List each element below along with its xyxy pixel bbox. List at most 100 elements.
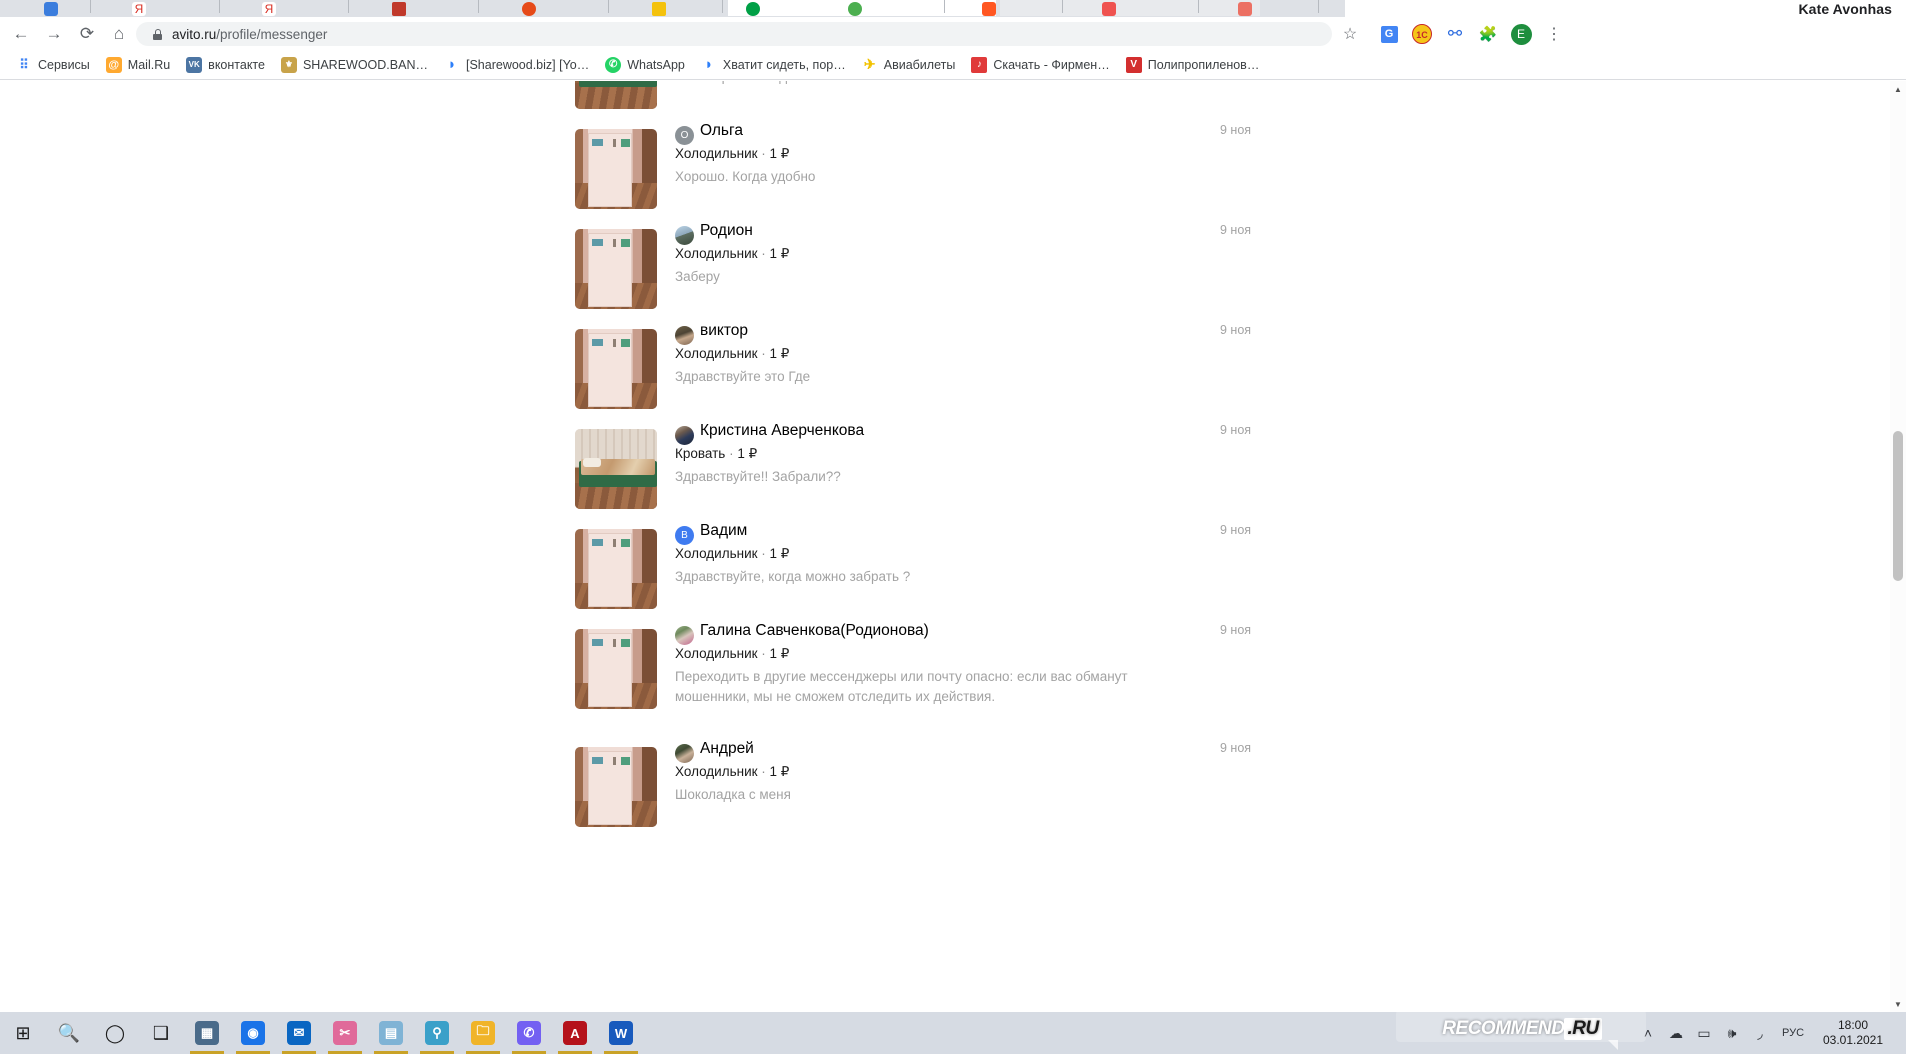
tab-favicon[interactable] <box>848 2 862 16</box>
active-tab[interactable] <box>728 0 996 16</box>
tab-separator <box>478 0 479 13</box>
bookmark-item[interactable]: ◗ Хватит сидеть, пор… <box>693 54 854 76</box>
bookmark-item[interactable]: @ Mail.Ru <box>98 54 178 76</box>
scrollbar-thumb[interactable] <box>1893 431 1903 581</box>
scroll-down-arrow[interactable]: ▼ <box>1890 996 1906 1012</box>
chat-listing-title: Кровать · 1 ₽ <box>675 446 757 462</box>
bookmark-item[interactable]: ⚜ SHAREWOOD.BAN… <box>273 54 436 76</box>
thumb-sticker <box>620 539 630 547</box>
chat-list-item[interactable]: Кристина Аверченкова Кровать · 1 ₽ Здравст… <box>0 419 1890 519</box>
tab-favicon[interactable] <box>1238 2 1252 16</box>
bookmark-item[interactable]: VK вконтакте <box>178 54 273 76</box>
bookmark-item[interactable]: ⠿ Сервисы <box>8 54 98 76</box>
volume-icon[interactable]: 🕪 <box>1718 1012 1746 1054</box>
search-icon[interactable]: 🔍 <box>46 1012 92 1054</box>
wifi-icon[interactable]: ◞ <box>1746 1012 1774 1054</box>
bookmark-item[interactable]: ◗ [Sharewood.biz] [Yo… <box>436 54 597 76</box>
tab-separator <box>722 0 723 13</box>
listing-thumbnail[interactable] <box>575 529 657 609</box>
tab-favicon[interactable] <box>44 2 58 16</box>
forward-button[interactable]: → <box>41 21 67 47</box>
notepad-icon[interactable]: ▤ <box>368 1012 414 1054</box>
thumb-sticker <box>592 139 604 146</box>
cortana-icon-glyph: ◯ <box>104 1023 126 1043</box>
chat-list-item[interactable]: виктор Холодильник · 1 ₽ Здравствуйте это … <box>0 319 1890 419</box>
listing-thumbnail[interactable] <box>575 747 657 827</box>
faucet-app-icon[interactable]: ⚲ <box>414 1012 460 1054</box>
listing-thumbnail[interactable] <box>575 629 657 709</box>
home-button[interactable]: ⌂ <box>106 21 132 47</box>
tab[interactable] <box>1000 0 1260 16</box>
listing-thumbnail[interactable] <box>575 329 657 409</box>
chrome-icon-glyph: ◉ <box>241 1021 265 1045</box>
avatar <box>675 226 694 245</box>
google-translate-icon[interactable]: G <box>1376 21 1402 47</box>
mail-icon[interactable]: ✉ <box>276 1012 322 1054</box>
start-button[interactable]: ⊞ <box>0 1012 46 1054</box>
reload-button[interactable]: ⟳ <box>74 21 100 47</box>
chat-list-item[interactable]: Родион Холодильник · 1 ₽ Заберу 9 ноя <box>0 219 1890 319</box>
chrome-icon[interactable]: ◉ <box>230 1012 276 1054</box>
bookmark-star-icon[interactable]: ☆ <box>1337 21 1363 47</box>
address-bar[interactable]: avito.ru/profile/messenger <box>136 22 1332 46</box>
avatar <box>675 744 694 763</box>
ribbon-extension-icon[interactable]: ⚯ <box>1442 21 1468 47</box>
listing-separator: · <box>725 446 738 461</box>
bookmark-item[interactable]: ✆ WhatsApp <box>597 54 693 76</box>
back-button[interactable]: ← <box>8 21 34 47</box>
autocad-icon[interactable]: A <box>552 1012 598 1054</box>
taskbar-clock[interactable]: 18:00 03.01.2021 <box>1812 1018 1898 1048</box>
tab-favicon[interactable] <box>982 2 996 16</box>
scroll-up-arrow[interactable]: ▲ <box>1890 81 1906 97</box>
listing-separator: · <box>757 546 770 561</box>
url-host: avito.ru <box>172 26 217 42</box>
tab-favicon-active[interactable] <box>746 2 760 16</box>
chat-list-item[interactable]: В Вадим Холодильник · 1 ₽ Здравствуйте, ког… <box>0 519 1890 619</box>
cortana-icon[interactable]: ◯ <box>92 1012 138 1054</box>
tab-favicon[interactable]: Я <box>132 2 146 16</box>
tab-favicon[interactable] <box>1102 2 1116 16</box>
onedrive-icon[interactable]: ☁ <box>1662 1012 1690 1054</box>
faucet-app-icon-glyph: ⚲ <box>425 1021 449 1045</box>
browser-profile-name: Kate Avonhas <box>1798 1 1892 17</box>
viber-icon[interactable]: ✆ <box>506 1012 552 1054</box>
listing-thumbnail[interactable] <box>575 429 657 509</box>
avatar <box>675 326 694 345</box>
listing-price: 1 ₽ <box>737 446 758 461</box>
chat-list-item[interactable]: Галина Савченкова(Родионова) Холодильник … <box>0 619 1890 737</box>
listing-separator: · <box>757 146 770 161</box>
mailru-icon: @ <box>105 56 122 73</box>
chat-message-preview: Посмотреть сегодня можно? <box>675 81 854 87</box>
bookmark-label: Скачать - Фирмен… <box>993 57 1110 72</box>
tab-favicon[interactable] <box>522 2 536 16</box>
page-scrollbar[interactable]: ▲ ▼ <box>1890 81 1906 1012</box>
word-icon[interactable]: W <box>598 1012 644 1054</box>
listing-thumbnail[interactable] <box>575 229 657 309</box>
file-explorer-icon[interactable]: 🗀 <box>460 1012 506 1054</box>
chat-list-item[interactable]: Кровать · 1 ₽Посмотреть сегодня можно? <box>0 81 1890 119</box>
calculator-icon[interactable]: ▦ <box>184 1012 230 1054</box>
chrome-menu-icon[interactable]: ⋮ <box>1541 21 1567 47</box>
bookmark-item[interactable]: ♪ Скачать - Фирмен… <box>963 54 1117 76</box>
bookmark-item[interactable]: ✈ Авиабилеты <box>854 54 964 76</box>
listing-thumbnail[interactable] <box>575 81 657 109</box>
chat-list-item[interactable]: О Ольга Холодильник · 1 ₽ Хорошо. Когда удо… <box>0 119 1890 219</box>
task-view-icon[interactable]: ❑ <box>138 1012 184 1054</box>
tab-favicon[interactable]: Я <box>262 2 276 16</box>
snipping-tool-icon-glyph: ✂ <box>333 1021 357 1045</box>
extensions-puzzle-icon[interactable]: 🧩 <box>1475 21 1501 47</box>
profile-avatar-icon[interactable]: E <box>1508 21 1534 47</box>
chat-list-item[interactable]: Андрей Холодильник · 1 ₽ Шоколадка с меня 9… <box>0 737 1890 837</box>
tab-favicon[interactable] <box>652 2 666 16</box>
autocad-icon-glyph: A <box>563 1021 587 1045</box>
listing-thumbnail[interactable] <box>575 129 657 209</box>
language-indicator[interactable]: РУС <box>1774 1012 1812 1054</box>
chat-date: 9 ноя <box>1220 123 1252 137</box>
1c-extension-icon[interactable]: 1C <box>1409 21 1435 47</box>
tab-favicon[interactable] <box>392 2 406 16</box>
search-icon-glyph: 🔍 <box>57 1023 81 1043</box>
thumb-sticker <box>612 339 616 347</box>
bookmark-item[interactable]: V Полипропиленов… <box>1118 54 1268 76</box>
battery-icon[interactable]: ▭ <box>1690 1012 1718 1054</box>
snipping-tool-icon[interactable]: ✂ <box>322 1012 368 1054</box>
